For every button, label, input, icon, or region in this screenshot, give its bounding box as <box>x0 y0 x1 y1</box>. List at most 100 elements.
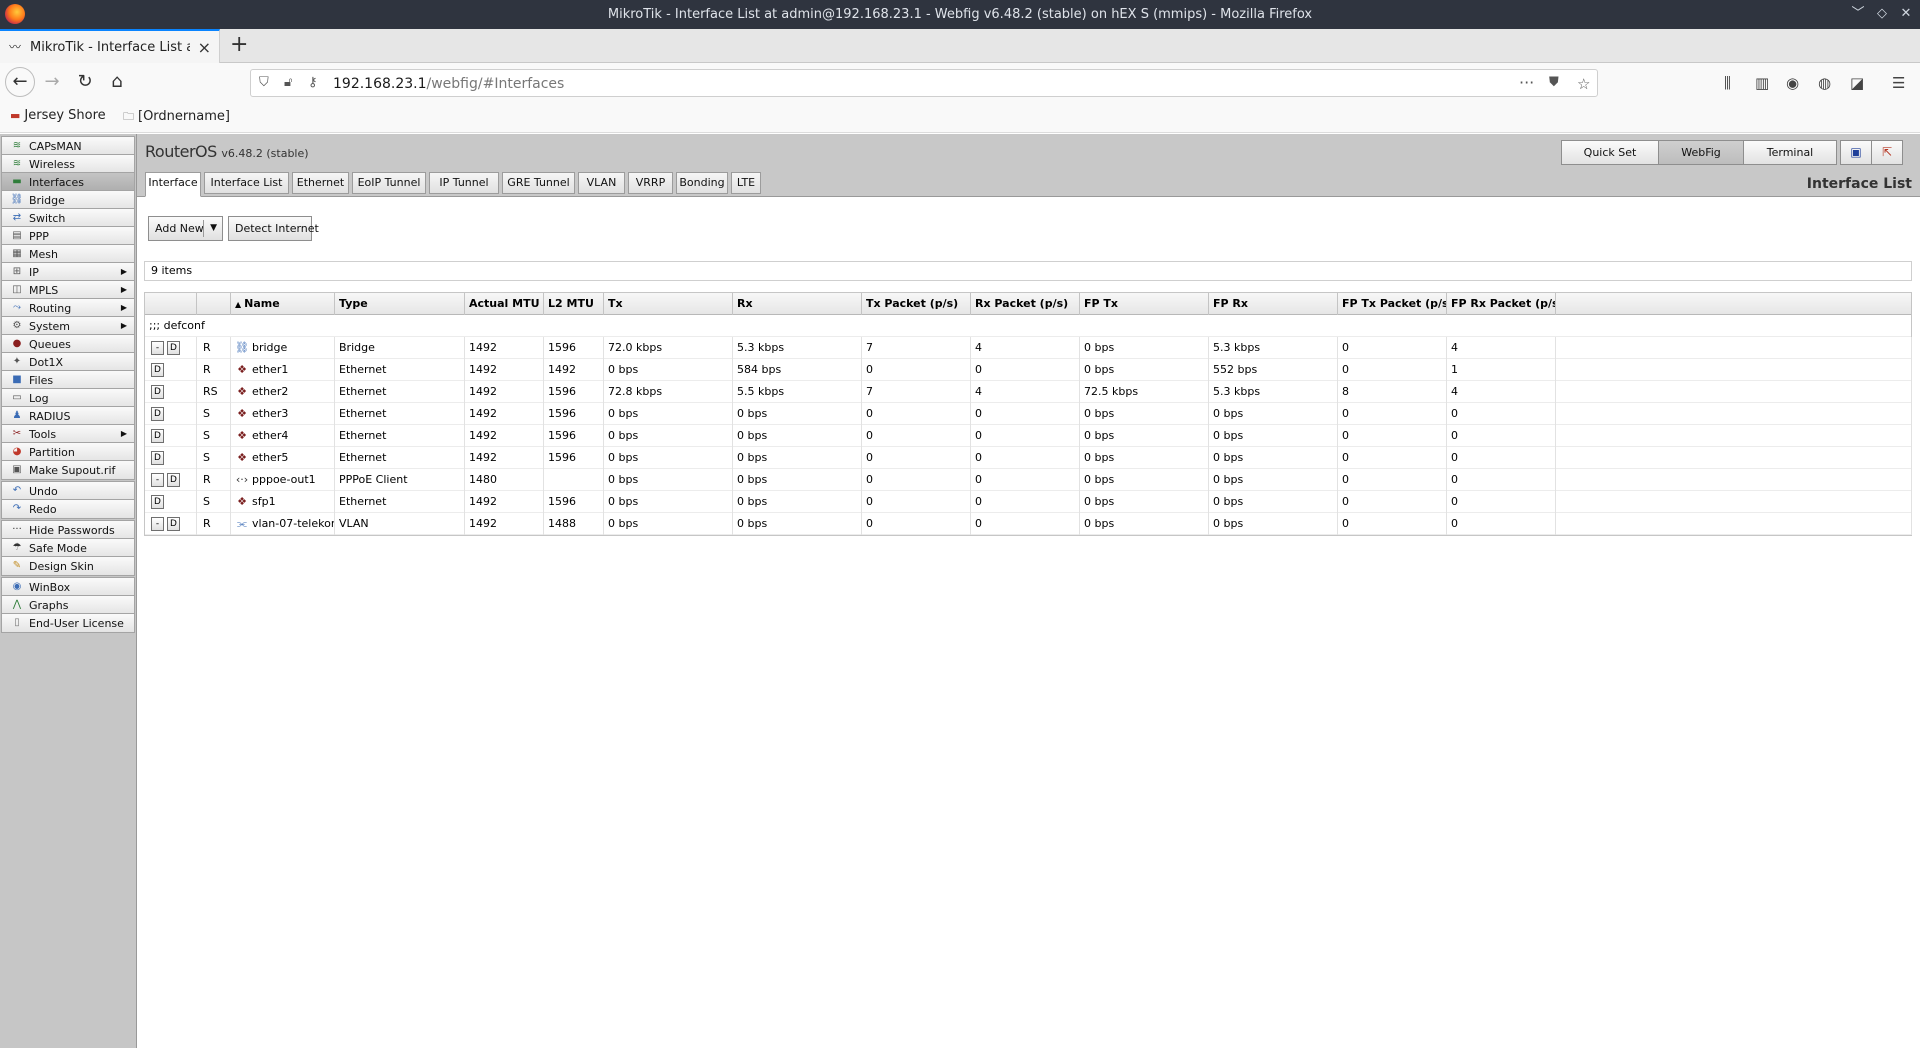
tab-interface-list[interactable]: Interface List <box>204 172 289 194</box>
column-header-fp-rx[interactable]: FP Rx <box>1209 293 1338 315</box>
disable-button[interactable]: D <box>167 341 180 355</box>
interface-name[interactable]: ⛓ bridge <box>231 337 335 359</box>
disable-button[interactable]: D <box>151 385 164 399</box>
detect-internet-button[interactable]: Detect Internet <box>228 216 319 241</box>
terminal-button[interactable]: Terminal <box>1743 140 1837 165</box>
add-new-button[interactable]: Add New ▼ <box>148 216 223 241</box>
tab-ethernet[interactable]: Ethernet <box>292 172 349 194</box>
sidebar-item-mesh[interactable]: ▦ Mesh <box>1 244 135 264</box>
column-header-rx-packet-p-s[interactable]: Rx Packet (p/s) <box>971 293 1080 315</box>
sidebar-item-radius[interactable]: ♟ RADIUS <box>1 406 135 426</box>
disable-button[interactable]: D <box>151 429 164 443</box>
interface-name[interactable]: ❖ ether3 <box>231 403 335 425</box>
insecure-lock-icon[interactable]: 🔓︎ <box>284 75 292 90</box>
interface-name[interactable]: ❖ ether5 <box>231 447 335 469</box>
dropdown-caret-icon[interactable]: ▼ <box>210 217 217 240</box>
column-header-rx[interactable]: Rx <box>733 293 862 315</box>
close-tab-icon[interactable]: × <box>198 38 211 57</box>
extension-icon[interactable]: ◍ <box>1818 74 1831 92</box>
remove-button[interactable]: - <box>151 341 164 355</box>
tab-vrrp[interactable]: VRRP <box>628 172 673 194</box>
sidebar-item-switch[interactable]: ⇄ Switch <box>1 208 135 228</box>
disable-button[interactable]: D <box>151 407 164 421</box>
sidebar-item-mpls[interactable]: ◫ MPLS ▶ <box>1 280 135 300</box>
disable-button[interactable]: D <box>151 495 164 509</box>
sidebar-item-design-skin[interactable]: ✎ Design Skin <box>1 556 135 576</box>
sidebar-item-log[interactable]: ▭ Log <box>1 388 135 408</box>
sidebar-item-wireless[interactable]: ≋ Wireless <box>1 154 135 174</box>
bookmark-folder[interactable]: 🗀︎ [Ordnername] <box>123 108 230 127</box>
tab-bonding[interactable]: Bonding <box>676 172 728 194</box>
tab-interface[interactable]: Interface <box>145 172 201 197</box>
interface-name[interactable]: ‹·› pppoe-out1 <box>231 469 335 491</box>
interface-name[interactable]: ❖ sfp1 <box>231 491 335 513</box>
column-header-type[interactable]: Type <box>335 293 465 315</box>
column-header-blank[interactable] <box>1556 293 1912 315</box>
column-header-fp-tx[interactable]: FP Tx <box>1080 293 1209 315</box>
tab-gre-tunnel[interactable]: GRE Tunnel <box>502 172 575 194</box>
column-header-tx[interactable]: Tx <box>604 293 733 315</box>
column-header-fp-tx-packet-p-s[interactable]: FP Tx Packet (p/s) <box>1338 293 1447 315</box>
column-header-blank[interactable] <box>197 293 231 315</box>
table-row[interactable]: D S ❖ sfp1 Ethernet 1492 1596 0 bps 0 bps 0 0 0 bps… <box>145 491 1912 513</box>
table-row[interactable]: D R ❖ ether1 Ethernet 1492 1492 0 bps 584 bps 0 0 0… <box>145 359 1912 381</box>
tab-ip-tunnel[interactable]: IP Tunnel <box>429 172 499 194</box>
column-header-fp-rx-packet-p-s[interactable]: FP Rx Packet (p/s) <box>1447 293 1556 315</box>
table-row[interactable]: D S ❖ ether3 Ethernet 1492 1596 0 bps 0 bps 0 0 0 b… <box>145 403 1912 425</box>
column-header-l2-mtu[interactable]: L2 MTU <box>544 293 604 315</box>
sidebar-item-routing[interactable]: ⤳ Routing ▶ <box>1 298 135 318</box>
key-icon[interactable]: ⚷ <box>308 75 318 90</box>
table-row[interactable]: D S ❖ ether5 Ethernet 1492 1596 0 bps 0 bps 0 0 0 b… <box>145 447 1912 469</box>
sidebar-item-undo[interactable]: ↶ Undo <box>1 481 135 501</box>
sidebar-item-ip[interactable]: ⊞ IP ▶ <box>1 262 135 282</box>
interface-name[interactable]: ⫘ vlan-07-telekom <box>231 513 335 535</box>
quick-set-button[interactable]: Quick Set <box>1561 140 1659 165</box>
interface-name[interactable]: ❖ ether4 <box>231 425 335 447</box>
sidebar-item-partition[interactable]: ◕ Partition <box>1 442 135 462</box>
table-row[interactable]: - D R ⛓ bridge Bridge 1492 1596 72.0 kbps 5.3 kbp… <box>145 337 1912 359</box>
maximize-icon[interactable]: ◇ <box>1873 5 1891 23</box>
sidebar-item-ppp[interactable]: ▤ PPP <box>1 226 135 246</box>
sidebar-item-interfaces[interactable]: ▬ Interfaces <box>1 172 135 192</box>
sidebar-item-hide-passwords[interactable]: ··· Hide Passwords <box>1 520 135 540</box>
sidebar-item-bridge[interactable]: ⛓ Bridge <box>1 190 135 210</box>
shield-icon[interactable]: ⛉ <box>259 75 269 90</box>
minimize-icon[interactable]: ﹀ <box>1849 5 1867 23</box>
sidebar-item-make-supout-rif[interactable]: ▣ Make Supout.rif <box>1 460 135 480</box>
sidebar-item-system[interactable]: ⚙ System ▶ <box>1 316 135 336</box>
bookmark-star-icon[interactable]: ☆ <box>1577 75 1590 93</box>
sidebar-item-safe-mode[interactable]: ☂ Safe Mode <box>1 538 135 558</box>
interface-name[interactable]: ❖ ether1 <box>231 359 335 381</box>
remove-button[interactable]: - <box>151 473 164 487</box>
table-row[interactable]: - D R ‹·› pppoe-out1 PPPoE Client 1480 0 bps 0 b… <box>145 469 1912 491</box>
column-header-actual-mtu[interactable]: Actual MTU <box>465 293 544 315</box>
sidebar-item-winbox[interactable]: ◉ WinBox <box>1 577 135 597</box>
pocket-icon[interactable]: ⛊ <box>1549 75 1559 90</box>
webfig-button[interactable]: WebFig <box>1658 140 1744 165</box>
table-row[interactable]: D S ❖ ether4 Ethernet 1492 1596 0 bps 0 bps 0 0 0 b… <box>145 425 1912 447</box>
save-icon[interactable]: ▣ <box>1840 140 1872 165</box>
column-header-name[interactable]: ▲ Name <box>231 293 335 315</box>
sidebar-item-graphs[interactable]: ⋀ Graphs <box>1 595 135 615</box>
forward-icon[interactable]: → <box>38 69 66 95</box>
sidebar-toggle-icon[interactable]: ▥ <box>1755 74 1769 92</box>
home-icon[interactable]: ⌂ <box>103 69 131 95</box>
page-actions-icon[interactable]: ··· <box>1519 73 1534 92</box>
column-header-blank[interactable] <box>145 293 197 315</box>
browser-tab[interactable]: 〰 MikroTik - Interface List at × <box>0 29 220 63</box>
tab-eoip-tunnel[interactable]: EoIP Tunnel <box>352 172 426 194</box>
table-row[interactable]: D RS ❖ ether2 Ethernet 1492 1596 72.8 kbps 5.5 k… <box>145 381 1912 403</box>
library-icon[interactable]: ⫼ <box>1724 74 1731 92</box>
disable-button[interactable]: D <box>151 451 164 465</box>
account-icon[interactable]: ◉ <box>1786 74 1799 92</box>
new-tab-icon[interactable]: + <box>230 32 248 57</box>
sidebar-item-tools[interactable]: ✂ Tools ▶ <box>1 424 135 444</box>
disable-button[interactable]: D <box>167 473 180 487</box>
close-window-icon[interactable]: ✕ <box>1897 5 1915 23</box>
tab-vlan[interactable]: VLAN <box>578 172 625 194</box>
interface-name[interactable]: ❖ ether2 <box>231 381 335 403</box>
sidebar-item-queues[interactable]: ● Queues <box>1 334 135 354</box>
sidebar-item-end-user-license[interactable]: ▯ End-User License <box>1 613 135 633</box>
sidebar-item-files[interactable]: ■ Files <box>1 370 135 390</box>
disable-button[interactable]: D <box>151 363 164 377</box>
